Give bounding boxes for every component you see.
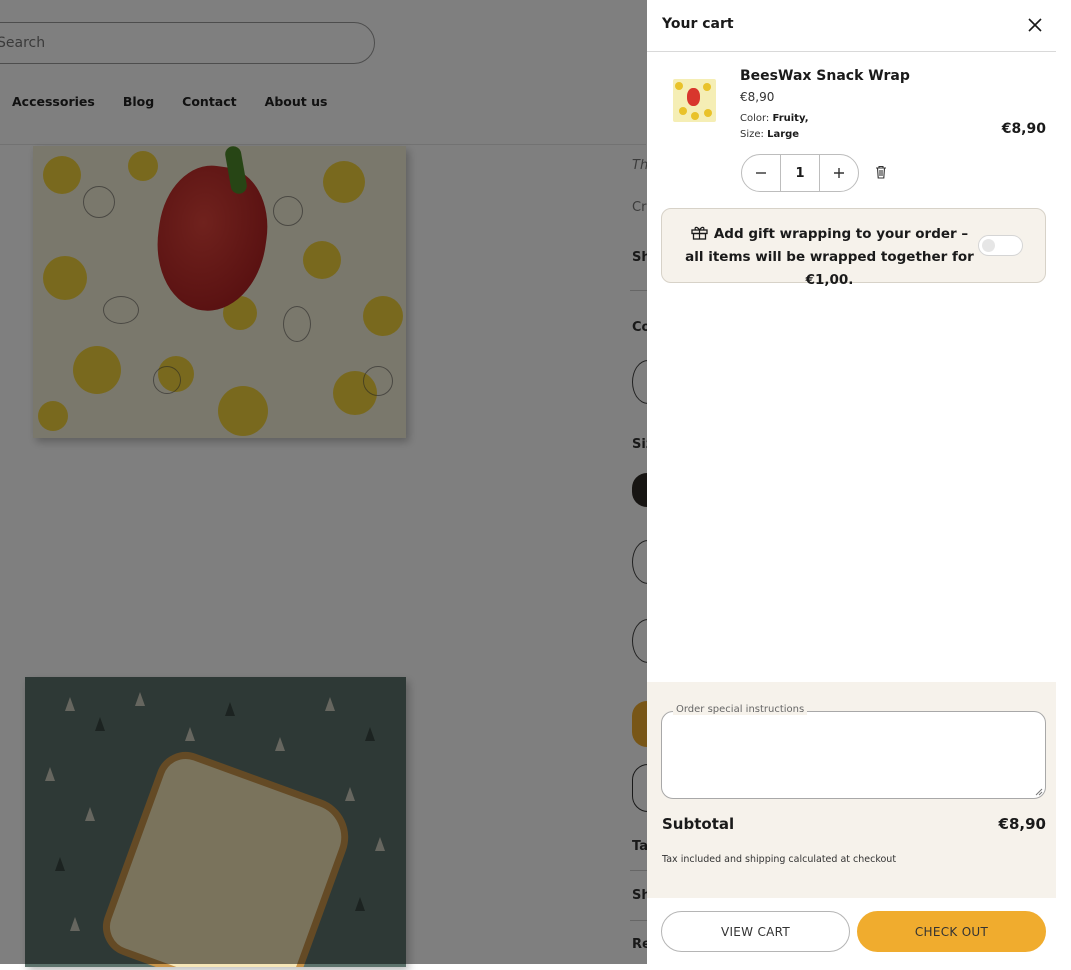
resize-grip-icon[interactable] [1035, 788, 1043, 796]
increase-quantity-button[interactable] [820, 155, 858, 191]
item-thumbnail[interactable] [673, 79, 716, 122]
item-color: Color: Fruity, [740, 113, 809, 124]
item-size: Size: Large [740, 129, 800, 140]
modal-overlay[interactable] [0, 0, 647, 964]
gift-wrap-toggle[interactable] [978, 235, 1023, 256]
subtotal-value: €8,90 [998, 815, 1046, 833]
item-name[interactable]: BeesWax Snack Wrap [740, 68, 910, 84]
item-unit-price: €8,90 [740, 90, 775, 104]
gift-icon [691, 226, 708, 240]
checkout-button[interactable]: CHECK OUT [857, 911, 1046, 952]
item-line-total: €8,90 [1001, 121, 1046, 137]
subtotal-label: Subtotal [662, 815, 735, 833]
instructions-box [661, 711, 1046, 799]
decrease-quantity-button[interactable] [742, 155, 780, 191]
gift-wrap-text: Add gift wrapping to your order – all it… [685, 226, 974, 288]
minus-icon [756, 172, 766, 174]
trash-icon[interactable] [875, 165, 887, 179]
cart-footer: Order special instructions Subtotal €8,9… [647, 682, 1056, 898]
gift-wrap-option: Add gift wrapping to your order – all it… [661, 208, 1046, 288]
plus-icon [834, 168, 844, 178]
cart-title: Your cart [662, 16, 734, 32]
toggle-knob [982, 239, 995, 252]
cart-drawer: Your cart BeesWax Snack Wrap €8,90 Color… [647, 0, 1056, 964]
tax-note: Tax included and shipping calculated at … [662, 854, 897, 865]
order-instructions-input[interactable] [672, 722, 1036, 790]
instructions-label: Order special instructions [673, 704, 808, 715]
drawer-edge [1056, 0, 1071, 964]
view-cart-button[interactable]: VIEW CART [661, 911, 850, 952]
quantity-input[interactable]: 1 [780, 155, 820, 191]
quantity-stepper: 1 [741, 154, 859, 192]
cart-header: Your cart [647, 0, 1056, 52]
close-icon[interactable] [1027, 17, 1043, 33]
